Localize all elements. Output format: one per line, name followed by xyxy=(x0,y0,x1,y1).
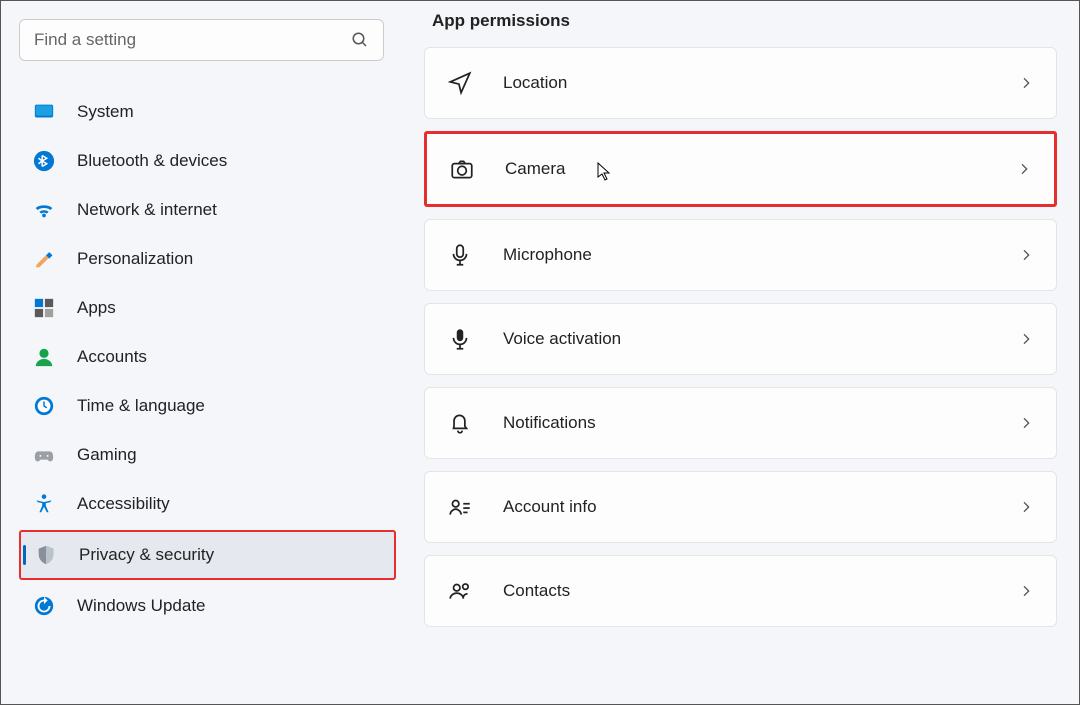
bell-icon xyxy=(447,410,473,436)
permission-notifications[interactable]: Notifications xyxy=(424,387,1057,459)
chevron-right-icon xyxy=(1018,247,1034,263)
clock-globe-icon xyxy=(33,395,55,417)
permission-label: Account info xyxy=(503,497,1018,517)
sidebar-item-bluetooth[interactable]: Bluetooth & devices xyxy=(19,138,396,184)
sidebar-item-system[interactable]: System xyxy=(19,89,396,135)
sidebar-nav: System Bluetooth & devices Network & int… xyxy=(19,89,396,629)
gamepad-icon xyxy=(33,444,55,466)
location-icon xyxy=(447,70,473,96)
shield-icon xyxy=(35,544,57,566)
sidebar-item-label: Time & language xyxy=(77,396,205,416)
sidebar-item-label: Network & internet xyxy=(77,200,217,220)
account-info-icon xyxy=(447,494,473,520)
system-icon xyxy=(33,101,55,123)
permission-label: Voice activation xyxy=(503,329,1018,349)
permission-camera[interactable]: Camera xyxy=(424,131,1057,207)
chevron-right-icon xyxy=(1018,583,1034,599)
search-icon xyxy=(351,31,369,49)
permission-label: Contacts xyxy=(503,581,1018,601)
sidebar-item-windows-update[interactable]: Windows Update xyxy=(19,583,396,629)
permission-location[interactable]: Location xyxy=(424,47,1057,119)
update-icon xyxy=(33,595,55,617)
permissions-list: Location Camera xyxy=(424,47,1057,627)
chevron-right-icon xyxy=(1016,161,1032,177)
chevron-right-icon xyxy=(1018,499,1034,515)
permission-label: Location xyxy=(503,73,1018,93)
paintbrush-icon xyxy=(33,248,55,270)
sidebar-item-label: Privacy & security xyxy=(79,545,214,565)
sidebar-item-network[interactable]: Network & internet xyxy=(19,187,396,233)
microphone-icon xyxy=(447,242,473,268)
wifi-icon xyxy=(33,199,55,221)
sidebar-item-label: Accounts xyxy=(77,347,147,367)
sidebar-item-label: Apps xyxy=(77,298,116,318)
sidebar-item-accounts[interactable]: Accounts xyxy=(19,334,396,380)
sidebar-item-label: Windows Update xyxy=(77,596,206,616)
section-title: App permissions xyxy=(432,11,1057,31)
permission-label: Camera xyxy=(505,159,1016,179)
person-icon xyxy=(33,346,55,368)
accessibility-icon xyxy=(33,493,55,515)
sidebar-item-label: System xyxy=(77,102,134,122)
chevron-right-icon xyxy=(1018,75,1034,91)
main-content: App permissions Location Camera xyxy=(406,1,1079,704)
permission-label: Microphone xyxy=(503,245,1018,265)
permission-microphone[interactable]: Microphone xyxy=(424,219,1057,291)
sidebar-item-label: Bluetooth & devices xyxy=(77,151,227,171)
contacts-icon xyxy=(447,578,473,604)
sidebar-item-label: Personalization xyxy=(77,249,193,269)
sidebar-item-gaming[interactable]: Gaming xyxy=(19,432,396,478)
sidebar-item-accessibility[interactable]: Accessibility xyxy=(19,481,396,527)
permission-voice-activation[interactable]: Voice activation xyxy=(424,303,1057,375)
sidebar-item-apps[interactable]: Apps xyxy=(19,285,396,331)
camera-icon xyxy=(449,156,475,182)
sidebar-item-label: Gaming xyxy=(77,445,137,465)
chevron-right-icon xyxy=(1018,331,1034,347)
permission-account-info[interactable]: Account info xyxy=(424,471,1057,543)
search-box[interactable] xyxy=(19,19,384,61)
apps-icon xyxy=(33,297,55,319)
permission-contacts[interactable]: Contacts xyxy=(424,555,1057,627)
sidebar-item-personalization[interactable]: Personalization xyxy=(19,236,396,282)
sidebar-item-privacy-security[interactable]: Privacy & security xyxy=(19,530,396,580)
voice-mic-icon xyxy=(447,326,473,352)
permission-label: Notifications xyxy=(503,413,1018,433)
sidebar-item-label: Accessibility xyxy=(77,494,170,514)
sidebar: System Bluetooth & devices Network & int… xyxy=(1,1,406,704)
chevron-right-icon xyxy=(1018,415,1034,431)
sidebar-item-time-language[interactable]: Time & language xyxy=(19,383,396,429)
bluetooth-icon xyxy=(33,150,55,172)
search-input[interactable] xyxy=(34,30,351,50)
